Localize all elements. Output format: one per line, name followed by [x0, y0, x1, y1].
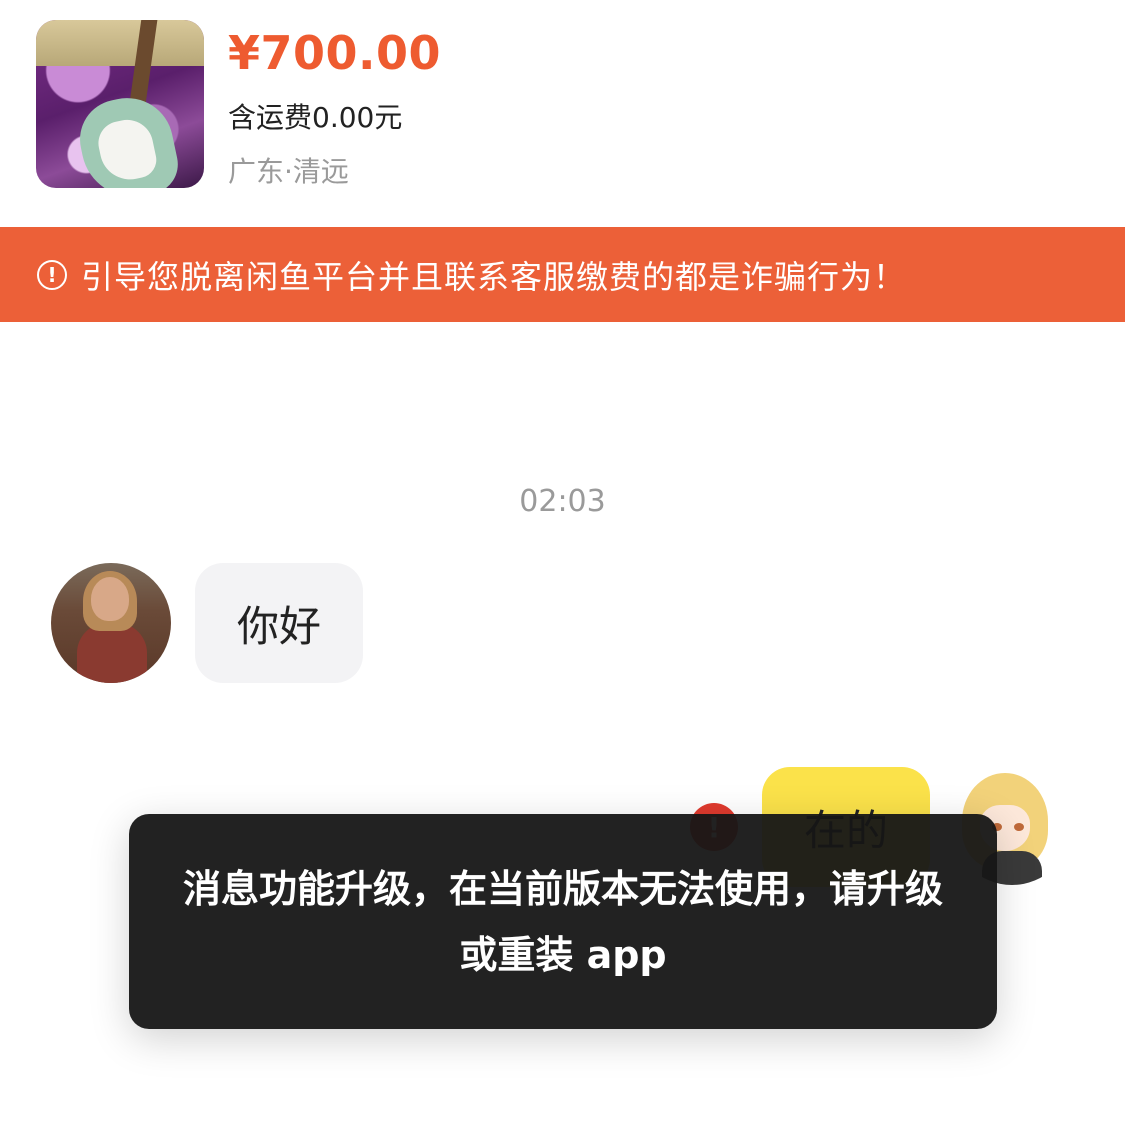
fraud-warning-banner: ! 引导您脱离闲鱼平台并且联系客服缴费的都是诈骗行为！ [0, 227, 1125, 322]
product-thumbnail[interactable] [36, 20, 204, 188]
product-price: ¥700.00 [228, 26, 442, 80]
avatar-face [91, 577, 129, 621]
avatar-eye [1014, 823, 1024, 831]
thumbnail-cloth [36, 20, 204, 66]
product-location: 广东·清远 [228, 155, 349, 188]
message-timestamp: 02:03 [519, 484, 606, 519]
shipping-fee: 含运费0.00元 [228, 101, 403, 134]
chat-page: ¥700.00 含运费0.00元 广东·清远 ! 引导您脱离闲鱼平台并且联系客服… [0, 0, 1125, 1127]
alert-circle-icon: ! [37, 259, 67, 290]
toast-message: 消息功能升级，在当前版本无法使用，请升级或重装 app [182, 866, 943, 977]
avatar-jacket [77, 623, 147, 683]
incoming-message-bubble[interactable]: 你好 [195, 563, 363, 683]
upgrade-toast: 消息功能升级，在当前版本无法使用，请升级或重装 app [129, 814, 997, 1029]
warning-text: 引导您脱离闲鱼平台并且联系客服缴费的都是诈骗行为！ [81, 257, 907, 296]
seller-avatar[interactable] [51, 563, 171, 683]
